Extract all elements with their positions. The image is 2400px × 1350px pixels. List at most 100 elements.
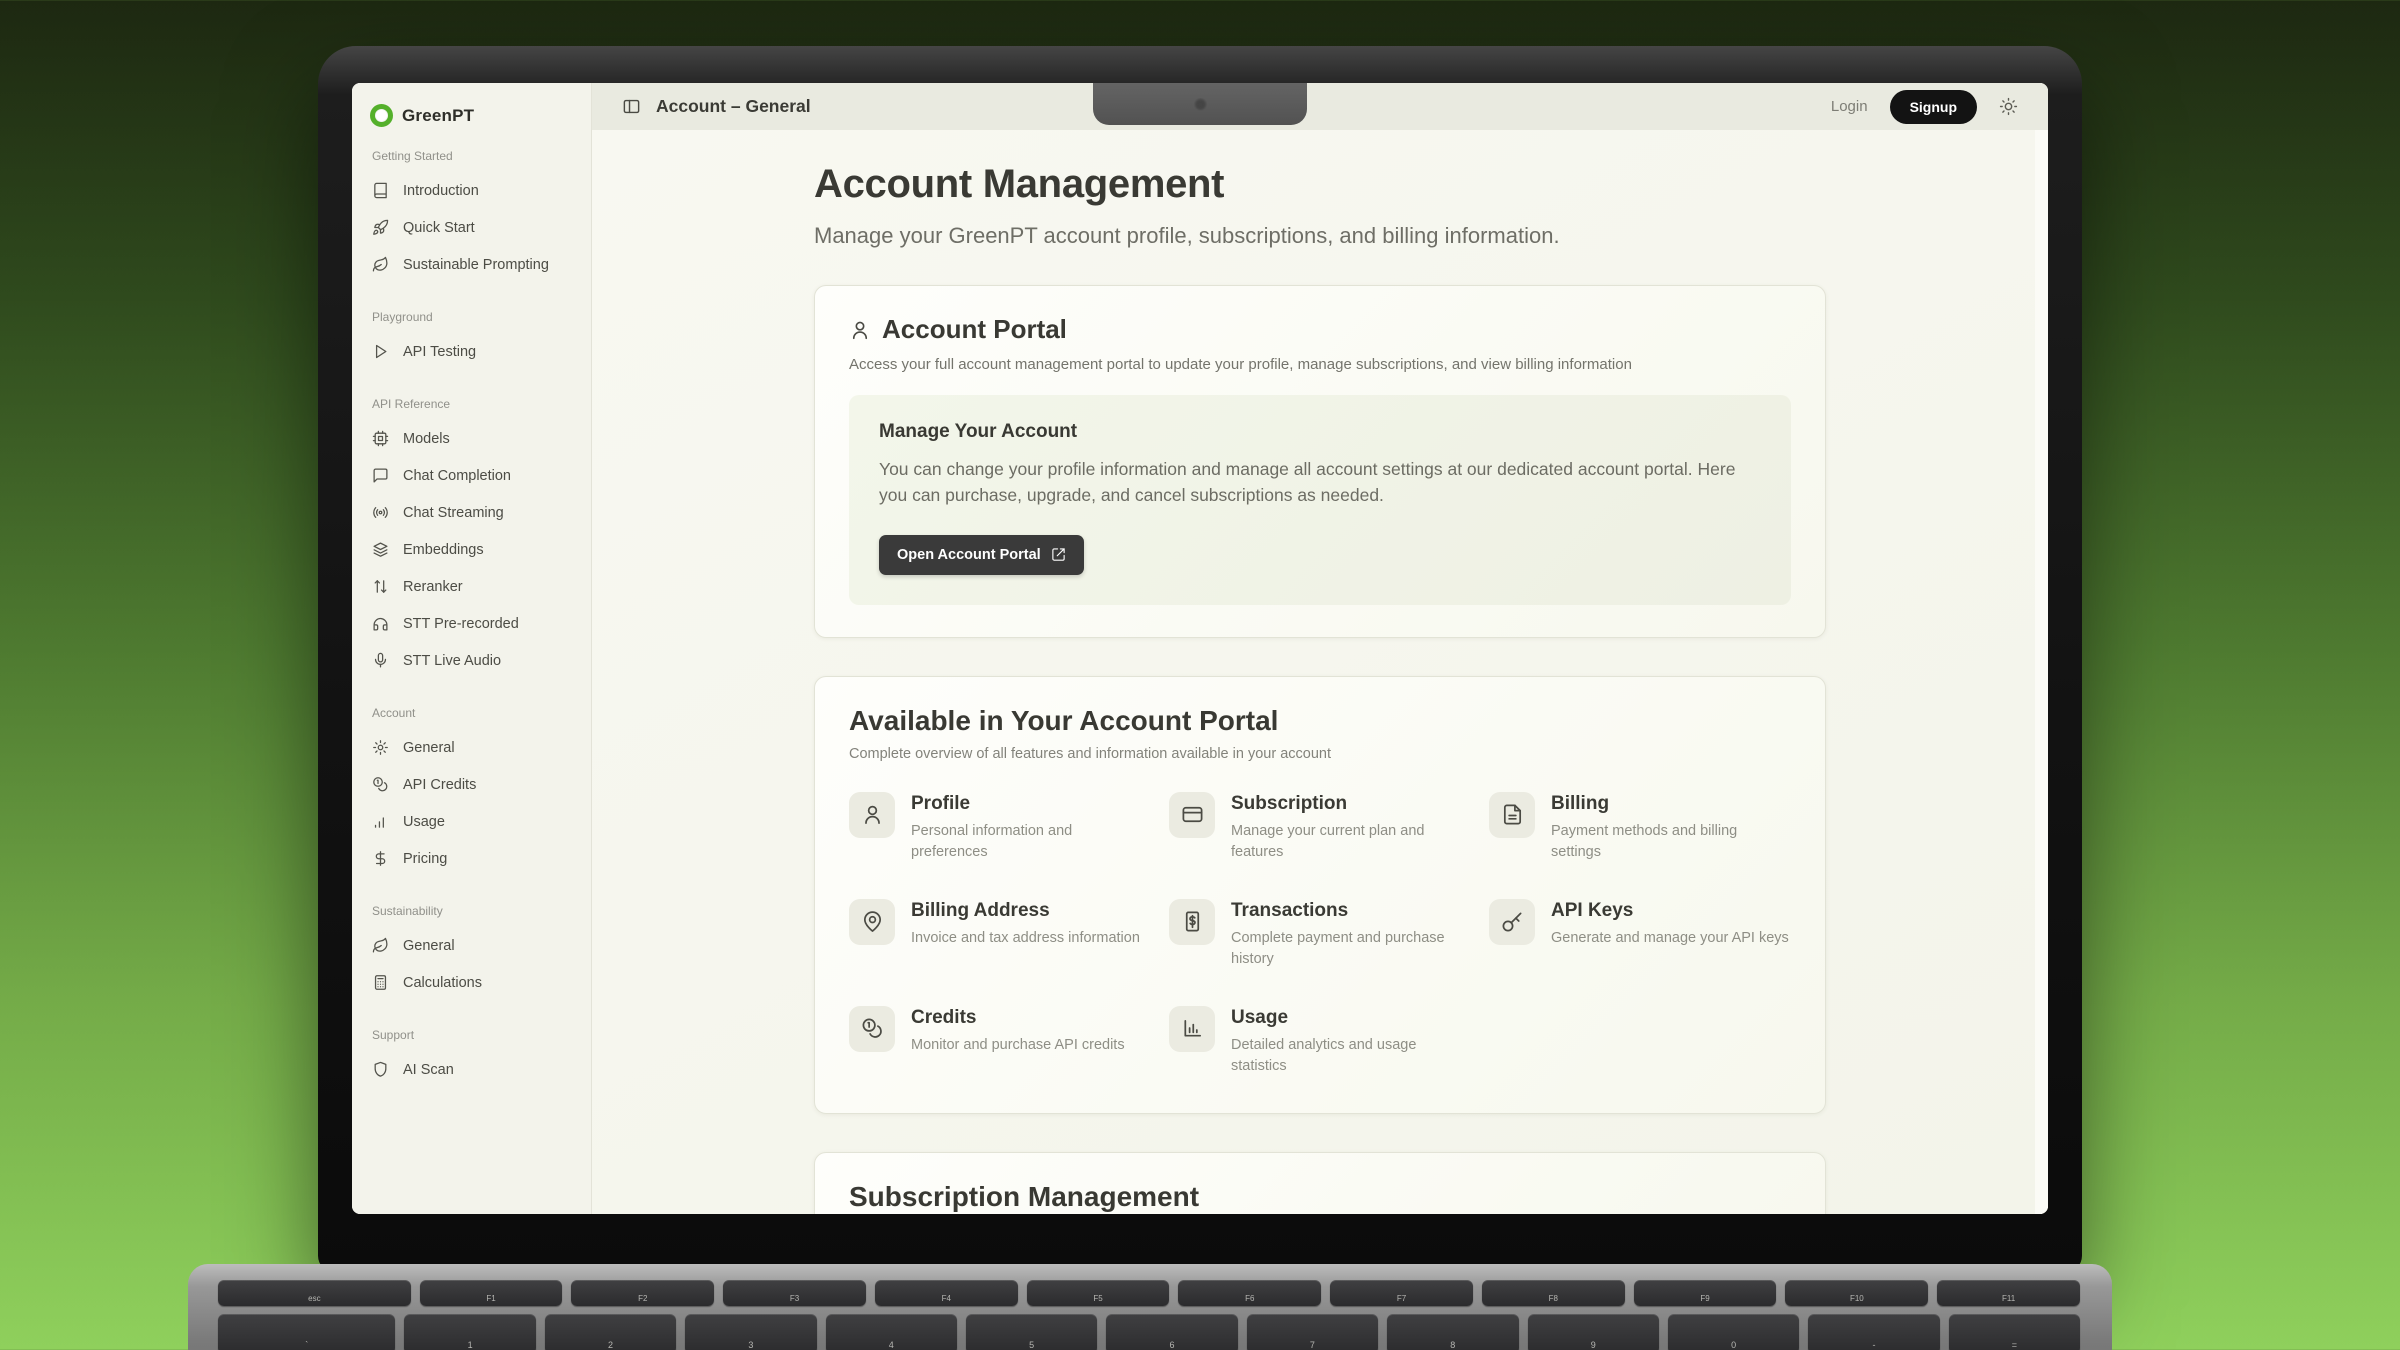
- feature-description: Generate and manage your API keys: [1551, 928, 1789, 949]
- sidebar-section-label-api-reference: API Reference: [372, 397, 571, 411]
- file-text-icon: [1489, 792, 1535, 838]
- keyboard-key: F4: [875, 1280, 1018, 1306]
- topbar: Account – General Login Signup: [592, 83, 2048, 130]
- sidebar-item-label: API Credits: [403, 777, 476, 793]
- feature-profile: ProfilePersonal information and preferen…: [849, 792, 1151, 863]
- page-title: Account Management: [814, 162, 1826, 207]
- sidebar-item-stt-pre-recorded[interactable]: STT Pre-recorded: [365, 605, 578, 642]
- sidebar-item-general[interactable]: General: [365, 927, 578, 964]
- sidebar-item-usage[interactable]: Usage: [365, 803, 578, 840]
- sidebar: GreenPT Getting Started Introduction Quick…: [352, 83, 592, 1214]
- sidebar-item-chat-streaming[interactable]: Chat Streaming: [365, 494, 578, 531]
- sun-icon[interactable]: [1999, 97, 2018, 116]
- sidebar-item-introduction[interactable]: Introduction: [365, 172, 578, 209]
- feature-title: Subscription: [1231, 793, 1471, 815]
- feature-description: Manage your current plan and features: [1231, 821, 1471, 863]
- sidebar-item-embeddings[interactable]: Embeddings: [365, 531, 578, 568]
- feature-credits: CreditsMonitor and purchase API credits: [849, 1006, 1151, 1077]
- feature-description: Monitor and purchase API credits: [911, 1035, 1125, 1056]
- sidebar-item-label: STT Pre-recorded: [403, 616, 519, 632]
- sidebar-item-label: Models: [403, 431, 450, 447]
- sidebar-item-stt-live-audio[interactable]: STT Live Audio: [365, 642, 578, 679]
- sidebar-item-label: Chat Streaming: [403, 505, 504, 521]
- scrollbar[interactable]: [2035, 130, 2048, 1214]
- main-column: Account – General Login Signup Account M…: [592, 83, 2048, 1214]
- feature-description: Payment methods and billing settings: [1551, 821, 1791, 863]
- map-pin-icon: [849, 899, 895, 945]
- keyboard-key: F9: [1634, 1280, 1777, 1306]
- features-grid: ProfilePersonal information and preferen…: [849, 792, 1791, 1077]
- sidebar-item-reranker[interactable]: Reranker: [365, 568, 578, 605]
- keyboard-key: F11: [1937, 1280, 2080, 1306]
- keyboard: escF1F2F3F4F5F6F7F8F9F10F11`1234567890-=…: [218, 1280, 2080, 1350]
- leaf-icon: [372, 937, 389, 954]
- feature-billing-address: Billing AddressInvoice and tax address i…: [849, 899, 1151, 970]
- signup-button[interactable]: Signup: [1890, 90, 1977, 124]
- page-subtitle: Manage your GreenPT account profile, sub…: [814, 223, 1826, 249]
- feature-description: Invoice and tax address information: [911, 928, 1140, 949]
- keyboard-key: 0: [1668, 1314, 1799, 1350]
- login-link[interactable]: Login: [1831, 98, 1868, 115]
- sidebar-item-api-credits[interactable]: API Credits: [365, 766, 578, 803]
- sidebar-item-sustainable-prompting[interactable]: Sustainable Prompting: [365, 246, 578, 283]
- feature-subscription: Subscription Manage your current plan and…: [1169, 792, 1471, 863]
- keyboard-key: -: [1808, 1314, 1939, 1350]
- keyboard-key: F10: [1785, 1280, 1928, 1306]
- coins-icon: [849, 1006, 895, 1052]
- laptop-lid: GreenPT Getting Started Introduction Quick…: [318, 46, 2082, 1272]
- sidebar-item-general[interactable]: General: [365, 729, 578, 766]
- sidebar-section-label-getting-started: Getting Started: [372, 149, 571, 163]
- arrows-up-down-icon: [372, 578, 389, 595]
- keyboard-key: `: [218, 1314, 395, 1350]
- features-card-title: Available in Your Account Portal: [849, 705, 1791, 737]
- sidebar-item-api-testing[interactable]: API Testing: [365, 333, 578, 370]
- keyboard-key: 7: [1247, 1314, 1378, 1350]
- feature-title: API Keys: [1551, 900, 1789, 922]
- shield-icon: [372, 1061, 389, 1078]
- features-card-subtitle: Complete overview of all features and in…: [849, 746, 1791, 762]
- subscription-management-card: Subscription Management: [814, 1152, 1826, 1214]
- sidebar-item-label: Usage: [403, 814, 445, 830]
- coins-icon: [372, 776, 389, 793]
- open-account-portal-button[interactable]: Open Account Portal: [879, 535, 1084, 575]
- sidebar-item-label: Sustainable Prompting: [403, 257, 549, 273]
- app-window: GreenPT Getting Started Introduction Quick…: [352, 83, 2048, 1214]
- feature-api-keys: API Keys Generate and manage your API key…: [1489, 899, 1791, 970]
- sidebar-item-label: Introduction: [403, 183, 479, 199]
- sidebar-item-models[interactable]: Models: [365, 420, 578, 457]
- keyboard-key: 2: [545, 1314, 676, 1350]
- greenpt-logo-icon: [370, 104, 393, 127]
- keyboard-key: 4: [826, 1314, 957, 1350]
- credit-card-icon: [1169, 792, 1215, 838]
- sidebar-item-quick-start[interactable]: Quick Start: [365, 209, 578, 246]
- keyboard-key: 5: [966, 1314, 1097, 1350]
- sidebar-item-label: Chat Completion: [403, 468, 511, 484]
- feature-transactions: TransactionsComplete payment and purchas…: [1169, 899, 1471, 970]
- feature-title: Billing: [1551, 793, 1791, 815]
- headphones-icon: [372, 615, 389, 632]
- manage-account-body: You can change your profile information …: [879, 456, 1761, 509]
- dollar-icon: [372, 850, 389, 867]
- sidebar-item-calculations[interactable]: Calculations: [365, 964, 578, 1001]
- manage-account-title: Manage Your Account: [879, 421, 1761, 443]
- sidebar-toggle-icon[interactable]: [622, 97, 641, 116]
- keyboard-key: F3: [723, 1280, 866, 1306]
- sidebar-item-label: General: [403, 740, 455, 756]
- feature-title: Profile: [911, 793, 1151, 815]
- sidebar-item-ai-scan[interactable]: AI Scan: [365, 1051, 578, 1088]
- display-notch: [1093, 83, 1307, 125]
- keyboard-key: F2: [571, 1280, 714, 1306]
- sidebar-item-chat-completion[interactable]: Chat Completion: [365, 457, 578, 494]
- keyboard-key: F6: [1178, 1280, 1321, 1306]
- feature-title: Transactions: [1231, 900, 1471, 922]
- keyboard-key: 8: [1387, 1314, 1518, 1350]
- feature-description: Detailed analytics and usage statistics: [1231, 1035, 1471, 1077]
- feature-title: Usage: [1231, 1007, 1471, 1029]
- sidebar-item-pricing[interactable]: Pricing: [365, 840, 578, 877]
- feature-usage: Usage Detailed analytics and usage statis…: [1169, 1006, 1471, 1077]
- page-breadcrumb-title: Account – General: [656, 96, 811, 117]
- gear-icon: [372, 739, 389, 756]
- logo[interactable]: GreenPT: [365, 83, 578, 133]
- portal-features-card: Available in Your Account Portal Complet…: [814, 676, 1826, 1114]
- portal-card-title: Account Portal: [882, 314, 1067, 345]
